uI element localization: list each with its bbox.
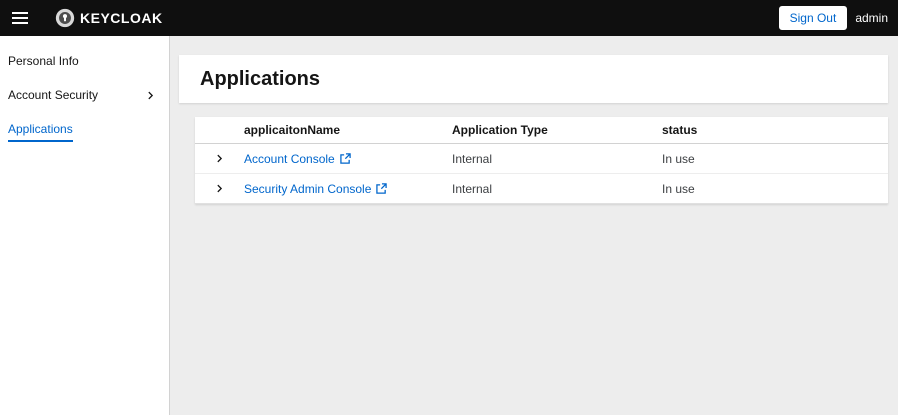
table-row: Security Admin Console Internal In use xyxy=(195,174,888,204)
column-header-status: status xyxy=(662,123,698,137)
masthead-right: Sign Out admin xyxy=(778,6,890,30)
sidebar-item-label: Account Security xyxy=(8,88,99,102)
application-link-label: Security Admin Console xyxy=(244,181,372,196)
table-header-row: applicaitonName Application Type status xyxy=(195,117,888,144)
column-header-application-type: Application Type xyxy=(452,123,548,137)
sign-out-button[interactable]: Sign Out xyxy=(778,6,848,30)
application-type-cell: Internal xyxy=(452,181,493,196)
application-status-cell: In use xyxy=(662,181,695,196)
application-link-security-admin-console[interactable]: Security Admin Console xyxy=(244,181,388,196)
sidebar-item-label: Personal Info xyxy=(8,54,79,68)
external-link-icon xyxy=(376,183,388,194)
masthead: KEYCLOAK Sign Out admin xyxy=(0,0,898,36)
keycloak-logo-icon xyxy=(55,8,75,28)
applications-table: applicaitonName Application Type status … xyxy=(195,117,888,204)
username-label: admin xyxy=(855,11,888,25)
chevron-right-icon xyxy=(217,184,223,193)
chevron-right-icon xyxy=(148,91,154,99)
main-content: Applications applicaitonName Application… xyxy=(171,36,898,415)
brand-name: KEYCLOAK xyxy=(80,10,163,26)
sidebar-item-account-security[interactable]: Account Security xyxy=(0,78,169,112)
row-expand-toggle[interactable] xyxy=(210,179,230,199)
page-title: Applications xyxy=(200,67,321,90)
row-expand-toggle[interactable] xyxy=(210,149,230,169)
table-row: Account Console Internal In use xyxy=(195,144,888,174)
sidebar-item-applications[interactable]: Applications xyxy=(0,112,169,152)
brand: KEYCLOAK xyxy=(54,7,163,29)
sidebar-item-personal-info[interactable]: Personal Info xyxy=(0,44,169,78)
application-link-label: Account Console xyxy=(244,151,335,166)
sidebar: Personal Info Account Security Applicati… xyxy=(0,36,170,415)
chevron-right-icon xyxy=(217,154,223,163)
application-status-cell: In use xyxy=(662,151,695,166)
application-link-account-console[interactable]: Account Console xyxy=(244,152,351,166)
sidebar-item-label: Applications xyxy=(8,122,73,142)
external-link-icon xyxy=(340,153,351,164)
application-type-cell: Internal xyxy=(452,151,493,166)
hamburger-menu-icon[interactable] xyxy=(10,4,40,32)
page-title-card: Applications xyxy=(179,55,888,103)
column-header-application-name: applicaitonName xyxy=(244,123,341,137)
